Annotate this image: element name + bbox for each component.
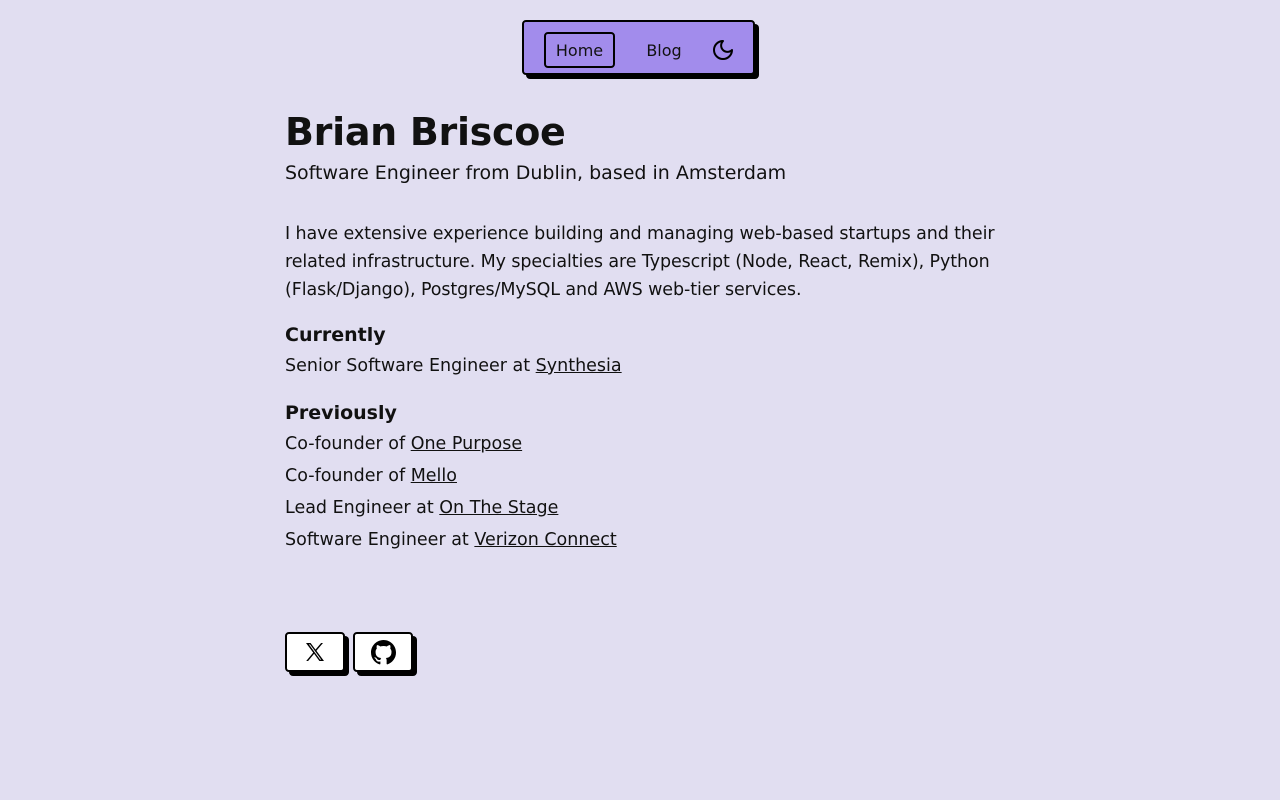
company-link-one-purpose[interactable]: One Purpose	[411, 434, 522, 454]
top-nav: Home Blog	[522, 20, 759, 79]
role-text: Co-founder of	[285, 434, 411, 454]
theme-toggle-button[interactable]	[708, 35, 738, 65]
role-text: Co-founder of	[285, 466, 411, 486]
tagline: Software Engineer from Dublin, based in …	[285, 162, 787, 184]
company-link-synthesia[interactable]: Synthesia	[536, 356, 622, 376]
currently-heading: Currently	[285, 324, 386, 346]
current-role: Senior Software Engineer at Synthesia	[285, 350, 1005, 382]
previous-role: Lead Engineer at On The Stage	[285, 492, 1005, 524]
nav-home-link[interactable]: Home	[544, 32, 615, 68]
nav-blog-link[interactable]: Blog	[634, 32, 694, 68]
github-profile-button[interactable]	[353, 632, 413, 672]
main-content: Brian Briscoe Software Engineer from Dub…	[285, 108, 1005, 556]
previous-role: Co-founder of One Purpose	[285, 428, 1005, 460]
company-link-mello[interactable]: Mello	[411, 466, 457, 486]
company-link-verizon-connect[interactable]: Verizon Connect	[474, 530, 616, 550]
moon-icon	[713, 40, 733, 60]
previous-role: Software Engineer at Verizon Connect	[285, 524, 1005, 556]
bio-paragraph: I have extensive experience building and…	[285, 224, 995, 300]
company-link-on-the-stage[interactable]: On The Stage	[439, 498, 558, 518]
page-title: Brian Briscoe	[285, 110, 566, 154]
github-icon	[370, 639, 396, 664]
previously-heading: Previously	[285, 402, 397, 424]
role-text: Senior Software Engineer at	[285, 356, 536, 376]
x-profile-button[interactable]	[285, 632, 345, 672]
nav-bar: Home Blog	[522, 20, 755, 75]
x-logo-icon	[306, 643, 324, 661]
previous-role: Co-founder of Mello	[285, 460, 1005, 492]
role-text: Lead Engineer at	[285, 498, 440, 518]
role-text: Software Engineer at	[285, 530, 475, 550]
